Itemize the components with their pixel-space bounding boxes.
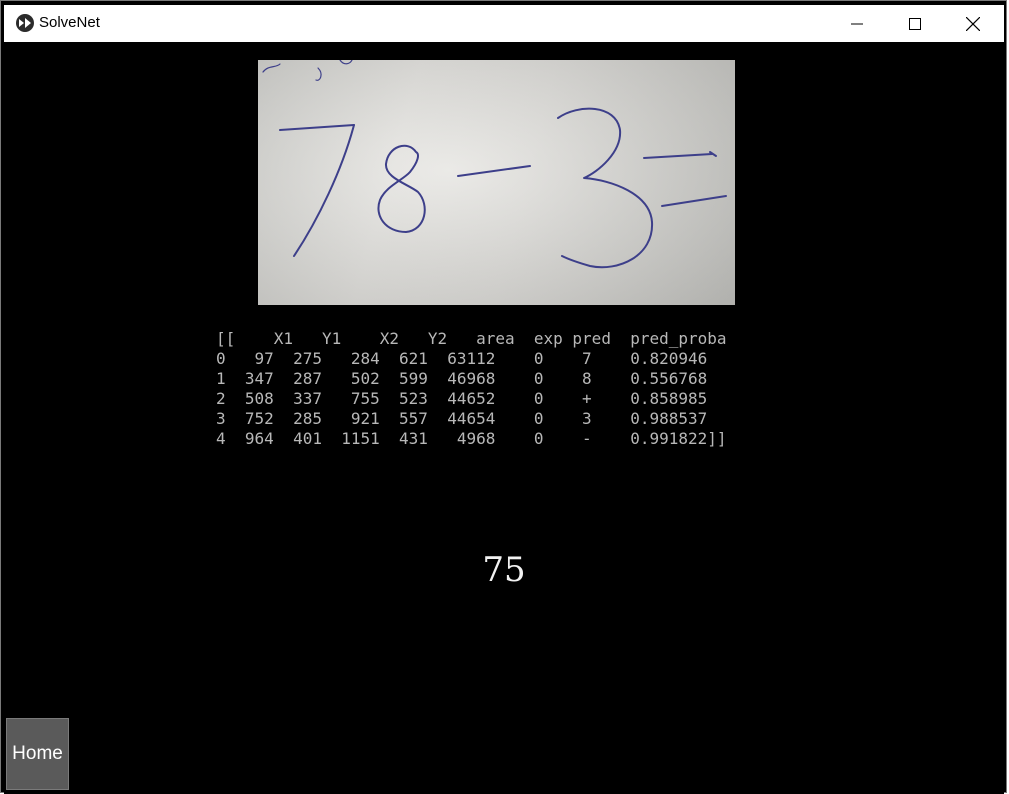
title-bar[interactable]: SolveNet	[4, 5, 1004, 42]
handwritten-expression-image	[262, 60, 727, 269]
camera-preview	[258, 60, 735, 305]
main-content: [[ X1 Y1 X2 Y2 area exp pred pred_proba …	[4, 42, 1004, 794]
minimize-button[interactable]	[828, 5, 886, 42]
close-button[interactable]	[944, 5, 1002, 42]
prediction-table: [[ X1 Y1 X2 Y2 area exp pred pred_proba …	[216, 329, 727, 448]
close-icon	[966, 16, 980, 31]
maximize-icon	[909, 17, 921, 30]
result-value: 75	[482, 550, 526, 590]
app-window: SolveNet [[X1 Y1 X2 Y2 area exp pred pr…	[0, 0, 1007, 794]
window-title: SolveNet	[39, 14, 100, 31]
maximize-button[interactable]	[886, 5, 944, 42]
minimize-icon	[851, 23, 863, 24]
home-button[interactable]: Home	[6, 718, 69, 790]
app-icon	[16, 14, 34, 32]
